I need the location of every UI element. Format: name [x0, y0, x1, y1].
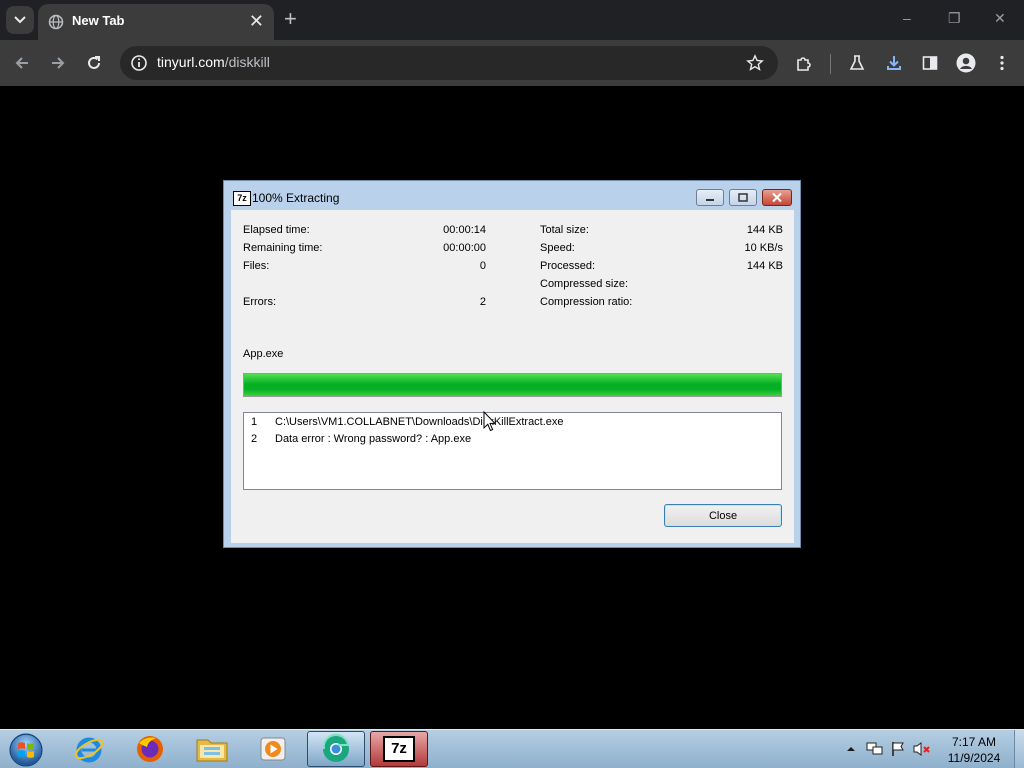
log-item-number: 1	[251, 416, 258, 428]
url-domain: tinyurl.com	[157, 54, 225, 70]
log-item-number: 2	[251, 433, 258, 445]
close-window-button[interactable]: ✕	[994, 10, 1006, 27]
taskbar: 7z 7:17 AM 11/9/2024	[0, 729, 1024, 768]
progress-fill	[244, 374, 781, 396]
errors-value: 2	[479, 296, 486, 308]
back-icon[interactable]	[13, 54, 31, 72]
internet-explorer-icon	[74, 737, 104, 763]
speed-label: Speed:	[540, 242, 575, 254]
browser-toolbar: tinyurl.com/diskkill	[0, 40, 1024, 86]
dialog-maximize-button[interactable]	[729, 189, 757, 206]
download-icon[interactable]	[885, 54, 903, 72]
globe-icon	[48, 14, 64, 30]
elapsed-time-label: Elapsed time:	[243, 224, 310, 236]
media-player-icon	[260, 737, 286, 761]
dialog-body: Elapsed time: 00:00:14 Remaining time: 0…	[231, 210, 794, 543]
log-item-text: C:\Users\VM1.COLLABNET\Downloads\DiskKil…	[275, 416, 564, 428]
tab-search-button[interactable]	[6, 6, 34, 34]
taskbar-firefox[interactable]	[121, 731, 179, 767]
processed-label: Processed:	[540, 260, 596, 272]
reload-icon[interactable]	[85, 54, 103, 72]
chrome-icon	[322, 733, 350, 762]
bookmark-star-icon[interactable]	[746, 54, 764, 72]
tab-close-icon[interactable]: ✕	[249, 12, 264, 30]
firefox-icon	[137, 736, 163, 762]
files-value: 0	[479, 260, 486, 272]
maximize-icon	[738, 193, 748, 202]
files-label: Files:	[243, 260, 270, 272]
compression-ratio-label: Compression ratio:	[540, 296, 633, 308]
remaining-time-label: Remaining time:	[243, 242, 323, 254]
error-log-list[interactable]: 1 C:\Users\VM1.COLLABNET\Downloads\DiskK…	[243, 412, 782, 490]
dialog-minimize-button[interactable]	[696, 189, 724, 206]
taskbar-7zip[interactable]: 7z	[370, 731, 428, 767]
compressed-size-label: Compressed size:	[540, 278, 629, 290]
volume-muted-icon[interactable]	[912, 741, 932, 757]
processed-value: 144 KB	[746, 260, 783, 272]
network-icon[interactable]	[866, 741, 884, 757]
tab-strip: New Tab ✕ + – ❐ ✕	[0, 0, 1024, 40]
address-bar[interactable]: tinyurl.com/diskkill	[120, 46, 778, 80]
speed-value: 10 KB/s	[744, 242, 783, 254]
show-desktop-button[interactable]	[1014, 730, 1024, 768]
site-info-icon[interactable]	[130, 54, 148, 72]
clock-date: 11/9/2024	[947, 751, 1001, 765]
taskbar-media-player[interactable]	[244, 731, 302, 767]
toolbar-divider	[830, 54, 831, 74]
clock-time: 7:17 AM	[951, 735, 997, 749]
tab-title: New Tab	[72, 13, 125, 28]
extract-dialog: 7z 100% Extracting Elapsed time: 00:00:1…	[223, 180, 801, 548]
chevron-down-icon	[14, 16, 26, 24]
labs-flask-icon[interactable]	[848, 54, 866, 72]
total-size-label: Total size:	[540, 224, 589, 236]
taskbar-chrome[interactable]	[307, 731, 365, 767]
mouse-cursor-icon	[483, 411, 496, 432]
errors-label: Errors:	[243, 296, 276, 308]
system-clock[interactable]: 7:17 AM 11/9/2024	[938, 734, 1010, 766]
remaining-time-value: 00:00:00	[443, 242, 486, 254]
action-center-flag-icon[interactable]	[890, 741, 906, 757]
taskbar-internet-explorer[interactable]	[60, 731, 118, 767]
browser-tab[interactable]: New Tab ✕	[38, 4, 274, 40]
url-text[interactable]: tinyurl.com/diskkill	[157, 54, 270, 70]
minimize-icon	[706, 199, 714, 201]
dialog-titlebar[interactable]: 7z 100% Extracting	[224, 181, 800, 211]
forward-icon[interactable]	[49, 54, 67, 72]
log-item-text: Data error : Wrong password? : App.exe	[275, 433, 472, 445]
dialog-close-button[interactable]	[762, 189, 792, 206]
menu-kebab-icon[interactable]	[993, 54, 1011, 72]
tray-expand-icon[interactable]	[846, 744, 856, 754]
dialog-title: 100% Extracting	[252, 191, 340, 205]
minimize-button[interactable]: –	[903, 10, 911, 26]
close-button[interactable]: Close	[664, 504, 782, 527]
current-file-name: App.exe	[243, 348, 284, 360]
folder-icon	[196, 739, 228, 762]
elapsed-time-value: 00:00:14	[443, 224, 486, 236]
total-size-value: 144 KB	[746, 224, 783, 236]
windows-start-icon[interactable]	[6, 731, 46, 768]
url-path: /diskkill	[224, 54, 270, 70]
new-tab-button[interactable]: +	[284, 8, 297, 30]
7zip-taskbar-icon: 7z	[383, 736, 415, 762]
profile-avatar-icon[interactable]	[956, 53, 976, 73]
taskbar-file-explorer[interactable]	[183, 731, 241, 767]
extensions-icon[interactable]	[795, 54, 813, 72]
7zip-icon: 7z	[233, 191, 251, 206]
extract-progress-bar	[243, 373, 782, 397]
side-panel-icon[interactable]	[921, 54, 939, 72]
close-icon	[772, 192, 782, 203]
restore-button[interactable]: ❐	[948, 10, 961, 27]
